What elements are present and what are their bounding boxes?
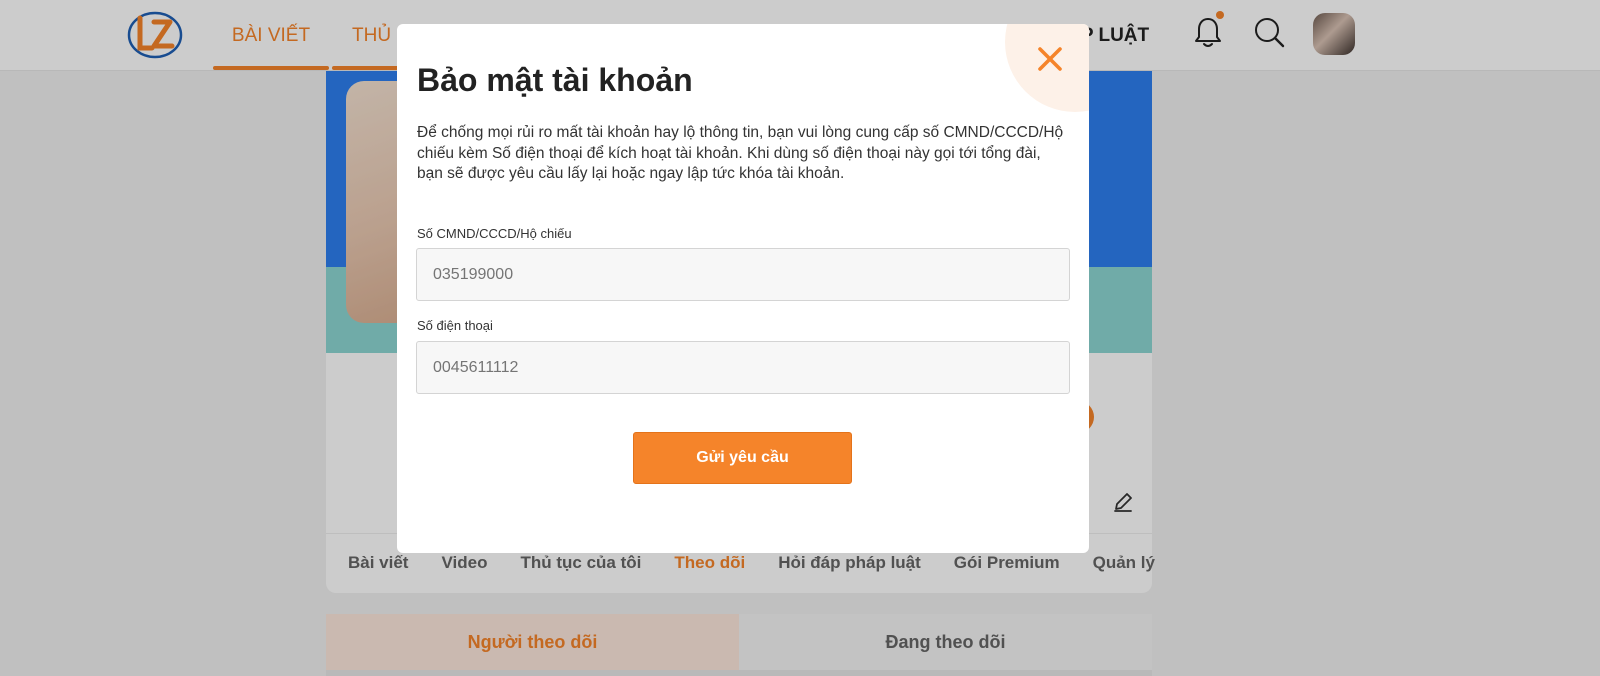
phone-input[interactable]	[416, 341, 1070, 394]
phone-label: Số điện thoại	[417, 318, 493, 333]
modal-description: Để chống mọi rủi ro mất tài khoản hay lộ…	[417, 124, 1064, 182]
close-button[interactable]	[1033, 42, 1067, 76]
submit-request-button[interactable]: Gửi yêu cầu	[633, 432, 852, 484]
account-security-modal: Bảo mật tài khoản Để chống mọi rủi ro mấ…	[397, 24, 1089, 553]
modal-title: Bảo mật tài khoản	[417, 62, 693, 98]
close-icon	[1038, 47, 1062, 71]
id-number-label: Số CMND/CCCD/Hộ chiếu	[417, 226, 572, 241]
id-number-input[interactable]	[416, 248, 1070, 301]
